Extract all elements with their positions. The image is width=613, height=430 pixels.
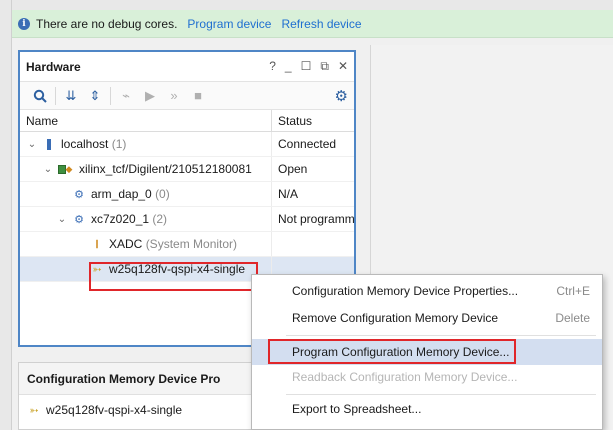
tree-row-count: (1) [111,137,127,151]
jtag-cable-icon: ◆ [56,162,74,176]
close-icon[interactable]: ✕ [338,59,348,74]
search-icon[interactable] [28,85,52,107]
help-icon[interactable]: ? [269,59,276,74]
row-status: Open [278,162,308,176]
tree-row-target[interactable]: ⌄ ◆ xilinx_tcf/Digilent/210512180081 Ope… [20,157,354,182]
collapse-all-icon[interactable]: ⇊ [59,85,83,107]
gear-icon[interactable]: ⚙ [335,87,348,105]
toolbar-divider [55,86,56,105]
info-banner: i There are no debug cores. Program devi… [12,10,613,38]
hardware-panel-header: Hardware ? _ ☐ ⧉ ✕ [20,52,354,82]
menu-separator [286,394,596,395]
column-status[interactable]: Status [272,110,354,131]
menu-item-label: Remove Configuration Memory Device [292,311,499,325]
tree-row-xadc[interactable]: Ⅰ XADC (System Monitor) [20,232,354,257]
chip-icon: ⚙ [74,188,84,201]
minimize-icon[interactable]: _ [285,59,292,74]
info-icon: i [18,17,30,30]
menu-item-label: Readback Configuration Memory Device... [292,370,518,384]
tree-row-label: XADC [109,237,143,251]
server-icon [42,137,56,151]
highlight-box-flash [89,262,258,291]
top-strip [12,0,613,10]
cfg-panel-item-label: w25q128fv-qspi-x4-single [46,403,183,417]
chevron-down-icon[interactable]: ⌄ [42,164,54,175]
tree-row-label: xilinx_tcf/Digilent/210512180081 [79,162,252,176]
menu-item-remove[interactable]: Remove Configuration Memory Device Delet… [252,305,602,331]
left-edge-strip [0,0,12,430]
hardware-table-header: Name Status [20,110,354,132]
refresh-device-link[interactable]: Refresh device [281,17,361,31]
row-status: Not programm [278,212,354,226]
tree-row-subtitle: (System Monitor) [145,237,238,251]
row-status: Connected [278,137,337,151]
menu-item-export[interactable]: Export to Spreadsheet... [252,396,602,422]
expand-all-icon[interactable]: ⇕ [83,85,107,107]
auto-connect-icon[interactable]: ⌁ [114,85,138,107]
menu-item-properties[interactable]: Configuration Memory Device Properties..… [252,278,602,304]
tree-row-label: xc7z020_1 [91,212,150,226]
memory-device-icon: ➳ [29,404,39,417]
highlight-box-program [268,339,516,364]
menu-item-readback[interactable]: Readback Configuration Memory Device... [252,364,602,390]
tree-row-localhost[interactable]: ⌄ localhost (1) Connected [20,132,354,157]
run-immediate-icon[interactable]: » [162,85,186,107]
stop-trigger-icon[interactable]: ■ [186,85,210,107]
float-icon[interactable]: ⧉ [320,59,329,74]
menu-item-shortcut: Delete [555,311,590,325]
tree-row-count: (0) [155,187,170,201]
menu-item-label: Configuration Memory Device Properties..… [292,284,519,298]
chevron-down-icon[interactable]: ⌄ [56,214,68,225]
hardware-panel-title: Hardware [26,59,81,74]
run-trigger-icon[interactable]: ▶ [138,85,162,107]
tree-row-label: arm_dap_0 [91,187,152,201]
hardware-toolbar: ⇊ ⇕ ⌁ ▶ » ■ ⚙ [20,82,354,110]
row-status: N/A [278,187,299,201]
chip-icon: ⚙ [74,213,84,226]
tree-row-arm-dap[interactable]: ⚙ arm_dap_0 (0) N/A [20,182,354,207]
banner-message: There are no debug cores. [36,16,178,31]
chevron-down-icon[interactable]: ⌄ [26,139,38,150]
menu-separator [286,335,596,336]
tree-row-xc7z020[interactable]: ⌄ ⚙ xc7z020_1 (2) Not programm [20,207,354,232]
program-device-link[interactable]: Program device [187,17,271,31]
menu-item-shortcut: Ctrl+E [556,284,590,298]
tree-row-label: localhost [61,137,109,151]
xadc-icon: Ⅰ [95,238,99,251]
tree-row-count: (2) [152,212,168,226]
menu-item-label: Export to Spreadsheet... [292,402,422,416]
column-name[interactable]: Name [20,110,272,131]
maximize-icon[interactable]: ☐ [301,59,312,74]
toolbar-divider [110,86,111,105]
